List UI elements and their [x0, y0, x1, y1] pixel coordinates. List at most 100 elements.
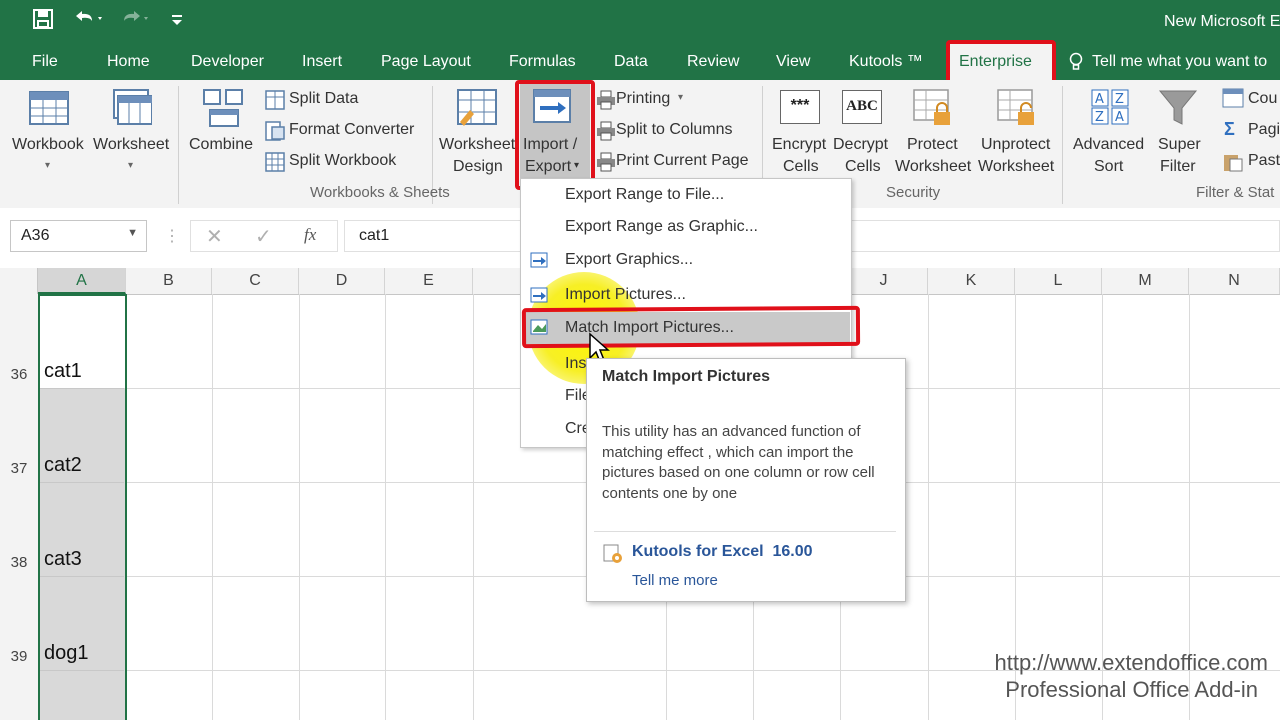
tab-page-layout[interactable]: Page Layout — [381, 53, 471, 71]
worksheet-dropdown-icon[interactable]: ▾ — [128, 160, 133, 171]
document-title: New Microsoft E — [1164, 13, 1280, 30]
combine-button[interactable]: Combine — [189, 134, 253, 156]
group-label-security: Security — [886, 184, 941, 201]
count-button[interactable]: Cou — [1248, 88, 1277, 110]
paste-button[interactable]: Past — [1248, 150, 1280, 172]
tooltip-title: Match Import Pictures — [602, 368, 771, 385]
worksheet-design-button[interactable]: Worksheet — [439, 134, 515, 156]
column-header-l[interactable]: L — [1015, 268, 1102, 294]
column-header-e[interactable]: E — [385, 268, 473, 294]
tab-file[interactable]: File — [32, 53, 58, 71]
column-header-n[interactable]: N — [1189, 268, 1280, 294]
row-header-39[interactable]: 39 — [0, 648, 38, 665]
split-data-button[interactable]: Split Data — [289, 88, 358, 110]
name-box[interactable]: A36 ▼ — [10, 220, 147, 252]
worksheet-design-label-2: Design — [453, 158, 503, 175]
column-header-j[interactable]: J — [840, 268, 928, 294]
undo-icon[interactable] — [72, 8, 106, 36]
cell-a36[interactable]: cat1 — [44, 360, 82, 383]
column-header-b[interactable]: B — [126, 268, 212, 294]
worksheet-button[interactable]: Worksheet — [93, 134, 169, 156]
column-header-a[interactable]: A — [38, 268, 126, 294]
protect-worksheet-label-2: Worksheet — [895, 158, 972, 175]
encrypt-cells-button[interactable]: Encrypt — [772, 134, 826, 156]
advanced-sort-label-2: Sort — [1094, 158, 1124, 175]
cell-a37[interactable]: cat2 — [44, 454, 82, 477]
printing-button[interactable]: Printing — [616, 88, 670, 110]
select-all-corner[interactable] — [0, 268, 38, 294]
paging-button[interactable]: Pagi — [1248, 119, 1280, 141]
customize-qat-icon[interactable] — [170, 8, 184, 36]
workbook-button[interactable]: Workbook — [12, 134, 84, 156]
export-graphics-icon — [530, 251, 550, 276]
tab-insert[interactable]: Insert — [302, 53, 342, 71]
save-icon[interactable] — [32, 8, 54, 36]
tell-me-search[interactable]: Tell me what you want to — [1092, 53, 1267, 71]
decrypt-icon: ABC — [842, 90, 882, 124]
tooltip-divider — [594, 531, 896, 532]
advanced-sort-icon: AZZA — [1090, 88, 1132, 133]
grid-line — [40, 670, 124, 671]
menu-export-graphics[interactable]: Export Graphics... — [565, 251, 693, 269]
unprotect-worksheet-label-2: Worksheet — [978, 158, 1055, 175]
group-label-filter: Filter & Stat — [1196, 184, 1275, 201]
tooltip-description: This utility has an advanced function of… — [602, 423, 875, 502]
format-converter-button[interactable]: Format Converter — [289, 119, 414, 141]
menu-import-pictures[interactable]: Import Pictures... — [565, 286, 686, 304]
cell-a38[interactable]: cat3 — [44, 548, 82, 571]
printing-dropdown-icon[interactable]: ▾ — [678, 92, 683, 103]
tab-review[interactable]: Review — [687, 53, 739, 71]
split-data-icon — [265, 90, 285, 115]
protect-worksheet-button[interactable]: Protect — [907, 134, 958, 156]
unprotect-worksheet-button[interactable]: Unprotect — [981, 134, 1050, 156]
protect-worksheet-icon — [912, 88, 954, 133]
name-box-dropdown-icon[interactable]: ▼ — [127, 227, 138, 239]
super-filter-button[interactable]: Super — [1158, 134, 1201, 156]
tab-view[interactable]: View — [776, 53, 810, 71]
encrypt-icon: *** — [780, 90, 820, 124]
grid-line — [928, 294, 929, 720]
tab-home[interactable]: Home — [107, 53, 150, 71]
column-header-c[interactable]: C — [212, 268, 299, 294]
print-current-page-icon — [596, 152, 616, 177]
row-header-36[interactable]: 36 — [0, 366, 38, 383]
menu-insert-item[interactable]: Ins — [565, 355, 586, 373]
tab-data[interactable]: Data — [614, 53, 648, 71]
menu-export-range-as-graphic[interactable]: Export Range as Graphic... — [565, 218, 758, 236]
group-label-workbooks-sheets: Workbooks & Sheets — [310, 184, 450, 201]
formula-bar-grip-icon: ⋮ — [164, 228, 180, 245]
grid-line — [299, 294, 300, 720]
print-current-page-button[interactable]: Print Current Page — [616, 150, 749, 172]
grid-line — [40, 388, 124, 389]
column-header-k[interactable]: K — [928, 268, 1015, 294]
workbook-icon — [28, 88, 70, 133]
worksheet-design-icon — [456, 88, 498, 133]
column-header-m[interactable]: M — [1102, 268, 1189, 294]
group-separator — [178, 86, 179, 204]
workbook-dropdown-icon[interactable]: ▾ — [45, 160, 50, 171]
cell-a39[interactable]: dog1 — [44, 642, 89, 665]
redo-icon[interactable] — [118, 8, 152, 36]
grid-line — [473, 294, 474, 720]
split-columns-button[interactable]: Split to Columns — [616, 119, 733, 141]
super-filter-label-2: Filter — [1160, 158, 1196, 175]
split-workbook-icon — [265, 152, 285, 177]
tab-developer[interactable]: Developer — [191, 53, 264, 71]
tab-kutools[interactable]: Kutools ™ — [849, 53, 923, 71]
highlight-box-import-export — [515, 80, 595, 190]
row-header-38[interactable]: 38 — [0, 554, 38, 571]
watermark-tagline: Professional Office Add-in — [1005, 677, 1258, 702]
insert-function-icon[interactable]: fx — [304, 225, 316, 245]
enter-icon[interactable]: ✓ — [255, 224, 272, 249]
column-header-d[interactable]: D — [299, 268, 385, 294]
advanced-sort-button[interactable]: Advanced — [1073, 134, 1144, 156]
decrypt-cells-button[interactable]: Decrypt — [833, 134, 888, 156]
decrypt-cells-label-2: Cells — [845, 158, 881, 175]
format-converter-icon — [265, 121, 285, 146]
split-workbook-button[interactable]: Split Workbook — [289, 150, 396, 172]
cancel-icon[interactable]: ✕ — [206, 224, 223, 249]
row-header-37[interactable]: 37 — [0, 460, 38, 477]
tooltip-tell-me-more-link[interactable]: Tell me more — [632, 572, 718, 589]
menu-export-range-to-file[interactable]: Export Range to File... — [565, 186, 724, 204]
tab-formulas[interactable]: Formulas — [509, 53, 576, 71]
